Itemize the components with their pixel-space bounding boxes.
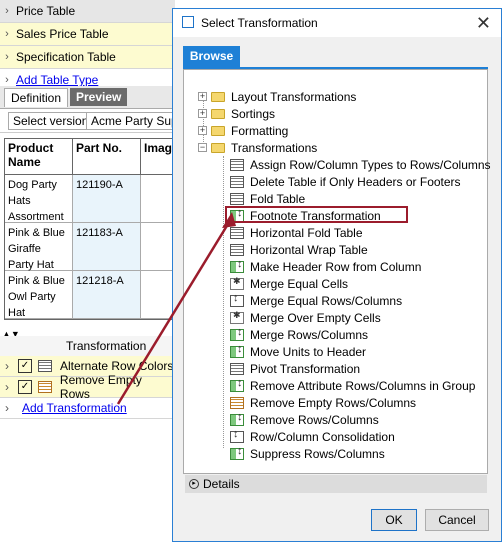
annotation-arrow — [116, 212, 236, 405]
